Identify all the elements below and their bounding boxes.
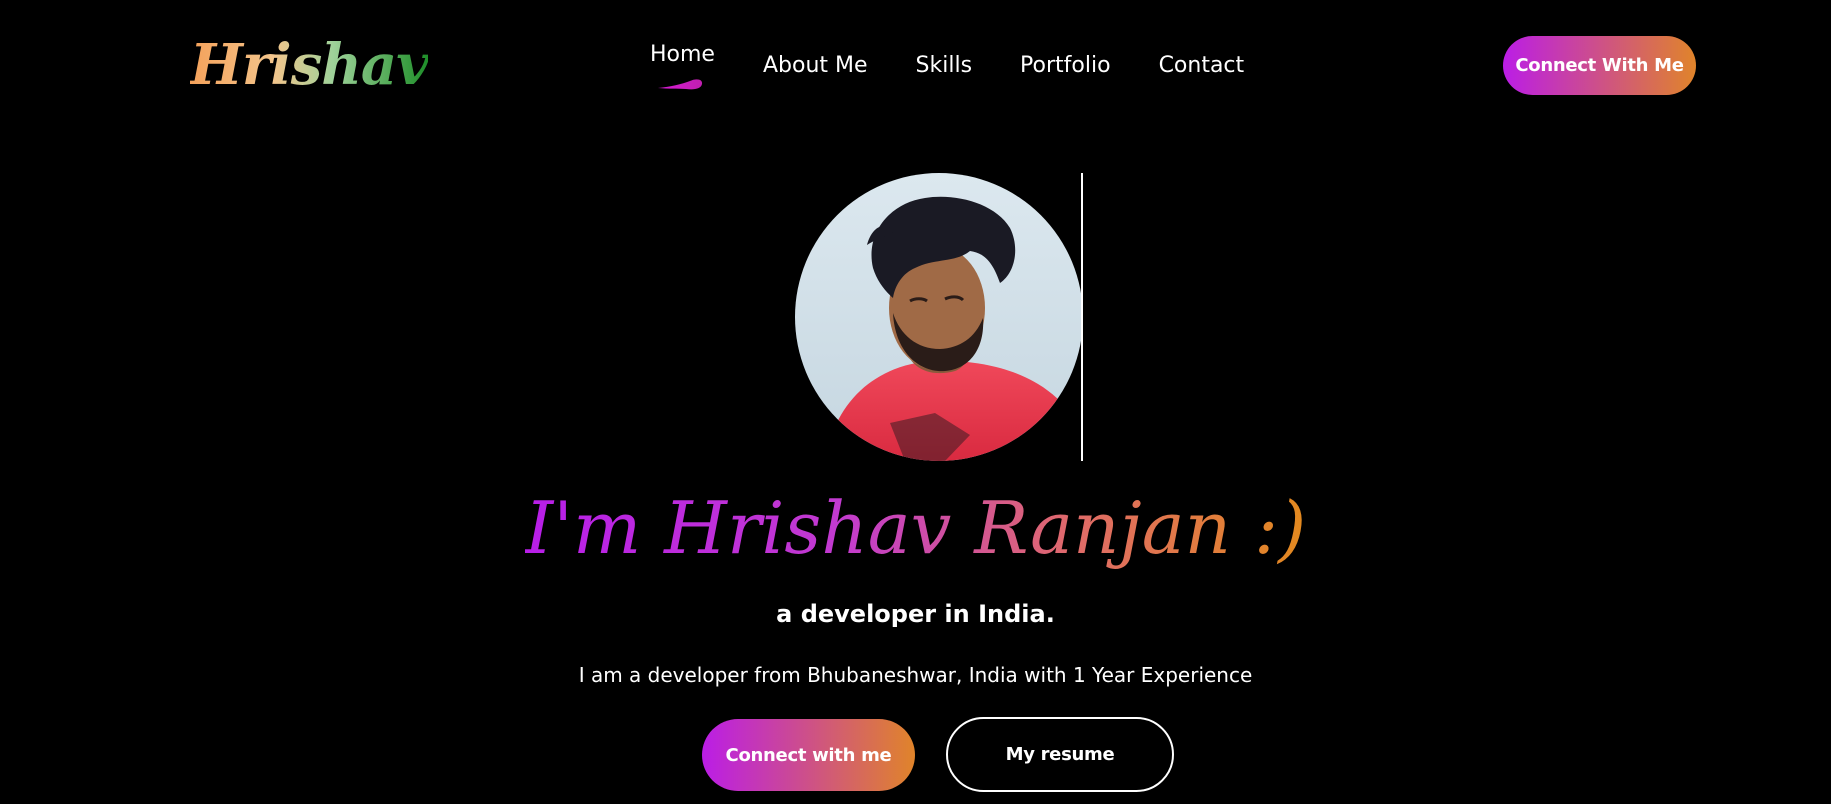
main-nav: Home About Me Skills Portfolio Contact	[650, 40, 1244, 90]
hero-title-text: I'm Hrishav Ranjan :)	[524, 486, 1307, 570]
nav-item-home[interactable]: Home	[650, 41, 715, 89]
hero-title: I'm Hrishav Ranjan :)	[0, 478, 1831, 578]
my-resume-button[interactable]: My resume	[946, 717, 1174, 792]
nav-item-contact[interactable]: Contact	[1159, 53, 1245, 78]
typing-caret	[1081, 173, 1083, 461]
site-logo[interactable]: Hrishav	[190, 30, 429, 100]
nav-item-skills[interactable]: Skills	[916, 53, 973, 78]
page: Hrishav Home About Me Skills Portfolio C…	[0, 0, 1831, 804]
profile-photo	[795, 173, 1083, 461]
profile-photo-image	[795, 173, 1083, 461]
nav-item-home-label: Home	[650, 41, 715, 67]
hero-subtitle: a developer in India.	[776, 600, 1055, 628]
active-indicator-icon	[658, 78, 703, 89]
hero-description: I am a developer from Bhubaneshwar, Indi…	[578, 663, 1253, 687]
connect-with-me-button[interactable]: Connect with me	[702, 719, 915, 791]
nav-item-about-me[interactable]: About Me	[763, 53, 868, 78]
nav-item-portfolio[interactable]: Portfolio	[1020, 53, 1111, 78]
connect-with-me-header-button[interactable]: Connect With Me	[1503, 36, 1696, 95]
